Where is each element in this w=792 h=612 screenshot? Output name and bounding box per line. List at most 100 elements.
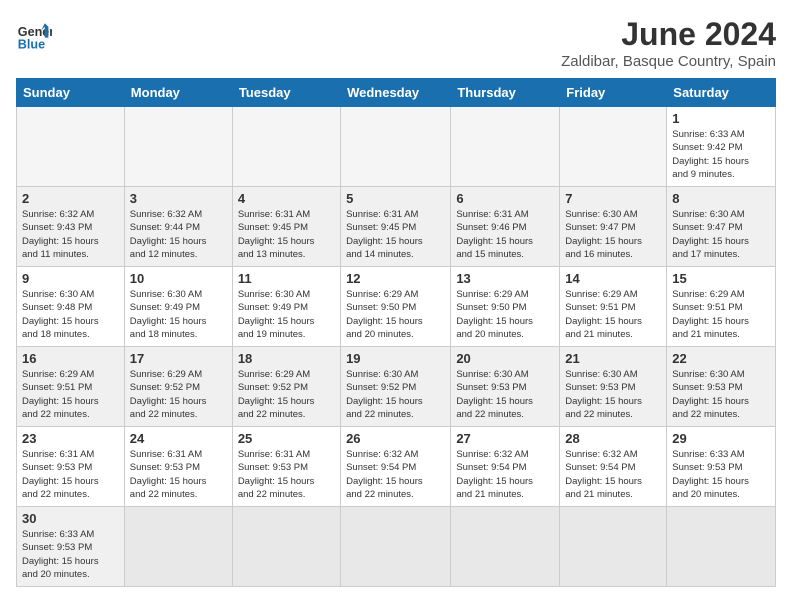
day-number: 27 <box>456 431 554 446</box>
day-number: 26 <box>346 431 445 446</box>
week-row-6: 30Sunrise: 6:33 AM Sunset: 9:53 PM Dayli… <box>17 507 776 587</box>
calendar-cell: 4 Sunrise: 6:31 AM Sunset: 9:45 PM Daylig… <box>232 187 340 267</box>
day-info: Sunrise: 6:31 AM Sunset: 9:53 PM Dayligh… <box>22 448 119 501</box>
calendar-cell: 17 Sunrise: 6:29 AM Sunset: 9:52 PM Dayli… <box>124 347 232 427</box>
month-title: June 2024 <box>561 16 776 53</box>
calendar-table: Sunday Monday Tuesday Wednesday Thursday… <box>16 78 776 587</box>
calendar-cell <box>341 507 451 587</box>
calendar-cell: 26 Sunrise: 6:32 AM Sunset: 9:54 PM Dayli… <box>341 427 451 507</box>
calendar-cell <box>17 107 125 187</box>
header-tuesday: Tuesday <box>232 79 340 107</box>
calendar-cell <box>232 507 340 587</box>
week-row-5: 23 Sunrise: 6:31 AM Sunset: 9:53 PM Dayli… <box>17 427 776 507</box>
day-info: Sunrise: 6:32 AM Sunset: 9:43 PM Dayligh… <box>22 208 119 261</box>
day-number: 24 <box>130 431 227 446</box>
calendar-cell: 23 Sunrise: 6:31 AM Sunset: 9:53 PM Dayli… <box>17 427 125 507</box>
calendar-cell: 28Sunrise: 6:32 AM Sunset: 9:54 PM Dayli… <box>560 427 667 507</box>
logo-icon: General Blue <box>16 16 52 52</box>
day-info: Sunrise: 6:29 AM Sunset: 9:52 PM Dayligh… <box>238 368 335 421</box>
calendar-cell <box>560 507 667 587</box>
calendar-cell <box>451 507 560 587</box>
calendar-cell <box>451 107 560 187</box>
day-info: Sunrise: 6:31 AM Sunset: 9:45 PM Dayligh… <box>238 208 335 261</box>
day-info: Sunrise: 6:33 AM Sunset: 9:53 PM Dayligh… <box>672 448 770 501</box>
calendar-cell: 7Sunrise: 6:30 AM Sunset: 9:47 PM Daylig… <box>560 187 667 267</box>
day-info: Sunrise: 6:30 AM Sunset: 9:53 PM Dayligh… <box>565 368 661 421</box>
calendar-cell: 14 Sunrise: 6:29 AM Sunset: 9:51 PM Dayli… <box>560 267 667 347</box>
calendar-cell: 9 Sunrise: 6:30 AM Sunset: 9:48 PM Daylig… <box>17 267 125 347</box>
day-number: 1 <box>672 111 770 126</box>
header-sunday: Sunday <box>17 79 125 107</box>
calendar-cell: 2 Sunrise: 6:32 AM Sunset: 9:43 PM Daylig… <box>17 187 125 267</box>
day-number: 25 <box>238 431 335 446</box>
day-number: 5 <box>346 191 445 206</box>
day-number: 7 <box>565 191 661 206</box>
calendar-cell: 25 Sunrise: 6:31 AM Sunset: 9:53 PM Dayli… <box>232 427 340 507</box>
day-info: Sunrise: 6:29 AM Sunset: 9:51 PM Dayligh… <box>672 288 770 341</box>
day-number: 15 <box>672 271 770 286</box>
calendar-cell: 19 Sunrise: 6:30 AM Sunset: 9:52 PM Dayli… <box>341 347 451 427</box>
day-info: Sunrise: 6:30 AM Sunset: 9:53 PM Dayligh… <box>456 368 554 421</box>
day-number: 3 <box>130 191 227 206</box>
day-info: Sunrise: 6:29 AM Sunset: 9:50 PM Dayligh… <box>456 288 554 341</box>
calendar-cell: 16 Sunrise: 6:29 AM Sunset: 9:51 PM Dayli… <box>17 347 125 427</box>
header-wednesday: Wednesday <box>341 79 451 107</box>
day-number: 10 <box>130 271 227 286</box>
calendar-cell: 30Sunrise: 6:33 AM Sunset: 9:53 PM Dayli… <box>17 507 125 587</box>
calendar-cell: 1 Sunrise: 6:33 AM Sunset: 9:42 PM Daylig… <box>667 107 776 187</box>
day-number: 17 <box>130 351 227 366</box>
day-info: Sunrise: 6:30 AM Sunset: 9:52 PM Dayligh… <box>346 368 445 421</box>
day-number: 16 <box>22 351 119 366</box>
day-number: 14 <box>565 271 661 286</box>
header-saturday: Saturday <box>667 79 776 107</box>
day-info: Sunrise: 6:29 AM Sunset: 9:52 PM Dayligh… <box>130 368 227 421</box>
week-row-4: 16 Sunrise: 6:29 AM Sunset: 9:51 PM Dayli… <box>17 347 776 427</box>
day-info: Sunrise: 6:30 AM Sunset: 9:53 PM Dayligh… <box>672 368 770 421</box>
calendar-cell: 13Sunrise: 6:29 AM Sunset: 9:50 PM Dayli… <box>451 267 560 347</box>
day-info: Sunrise: 6:29 AM Sunset: 9:51 PM Dayligh… <box>565 288 661 341</box>
day-number: 23 <box>22 431 119 446</box>
calendar-cell <box>560 107 667 187</box>
day-info: Sunrise: 6:30 AM Sunset: 9:48 PM Dayligh… <box>22 288 119 341</box>
day-number: 6 <box>456 191 554 206</box>
day-info: Sunrise: 6:30 AM Sunset: 9:49 PM Dayligh… <box>238 288 335 341</box>
day-info: Sunrise: 6:29 AM Sunset: 9:50 PM Dayligh… <box>346 288 445 341</box>
calendar-cell <box>667 507 776 587</box>
calendar-cell: 11 Sunrise: 6:30 AM Sunset: 9:49 PM Dayli… <box>232 267 340 347</box>
calendar-cell: 29 Sunrise: 6:33 AM Sunset: 9:53 PM Dayli… <box>667 427 776 507</box>
day-info: Sunrise: 6:33 AM Sunset: 9:53 PM Dayligh… <box>22 528 119 581</box>
header: General Blue June 2024 Zaldibar, Basque … <box>16 16 776 70</box>
calendar-cell: 10 Sunrise: 6:30 AM Sunset: 9:49 PM Dayli… <box>124 267 232 347</box>
day-info: Sunrise: 6:33 AM Sunset: 9:42 PM Dayligh… <box>672 128 770 181</box>
calendar-cell <box>124 107 232 187</box>
day-number: 18 <box>238 351 335 366</box>
day-info: Sunrise: 6:32 AM Sunset: 9:54 PM Dayligh… <box>346 448 445 501</box>
header-thursday: Thursday <box>451 79 560 107</box>
day-info: Sunrise: 6:31 AM Sunset: 9:53 PM Dayligh… <box>238 448 335 501</box>
day-number: 9 <box>22 271 119 286</box>
day-number: 11 <box>238 271 335 286</box>
day-info: Sunrise: 6:32 AM Sunset: 9:44 PM Dayligh… <box>130 208 227 261</box>
day-number: 12 <box>346 271 445 286</box>
day-number: 19 <box>346 351 445 366</box>
day-info: Sunrise: 6:30 AM Sunset: 9:47 PM Dayligh… <box>672 208 770 261</box>
day-info: Sunrise: 6:29 AM Sunset: 9:51 PM Dayligh… <box>22 368 119 421</box>
calendar-cell: 24 Sunrise: 6:31 AM Sunset: 9:53 PM Dayli… <box>124 427 232 507</box>
day-number: 2 <box>22 191 119 206</box>
week-row-1: 1 Sunrise: 6:33 AM Sunset: 9:42 PM Daylig… <box>17 107 776 187</box>
day-info: Sunrise: 6:31 AM Sunset: 9:45 PM Dayligh… <box>346 208 445 261</box>
calendar-cell: 15 Sunrise: 6:29 AM Sunset: 9:51 PM Dayli… <box>667 267 776 347</box>
header-friday: Friday <box>560 79 667 107</box>
day-info: Sunrise: 6:31 AM Sunset: 9:46 PM Dayligh… <box>456 208 554 261</box>
day-number: 22 <box>672 351 770 366</box>
calendar-cell: 6 Sunrise: 6:31 AM Sunset: 9:46 PM Daylig… <box>451 187 560 267</box>
day-info: Sunrise: 6:32 AM Sunset: 9:54 PM Dayligh… <box>565 448 661 501</box>
day-number: 8 <box>672 191 770 206</box>
day-info: Sunrise: 6:31 AM Sunset: 9:53 PM Dayligh… <box>130 448 227 501</box>
day-info: Sunrise: 6:30 AM Sunset: 9:49 PM Dayligh… <box>130 288 227 341</box>
calendar-cell: 21Sunrise: 6:30 AM Sunset: 9:53 PM Dayli… <box>560 347 667 427</box>
calendar-cell: 8 Sunrise: 6:30 AM Sunset: 9:47 PM Daylig… <box>667 187 776 267</box>
day-number: 29 <box>672 431 770 446</box>
day-number: 4 <box>238 191 335 206</box>
day-info: Sunrise: 6:32 AM Sunset: 9:54 PM Dayligh… <box>456 448 554 501</box>
